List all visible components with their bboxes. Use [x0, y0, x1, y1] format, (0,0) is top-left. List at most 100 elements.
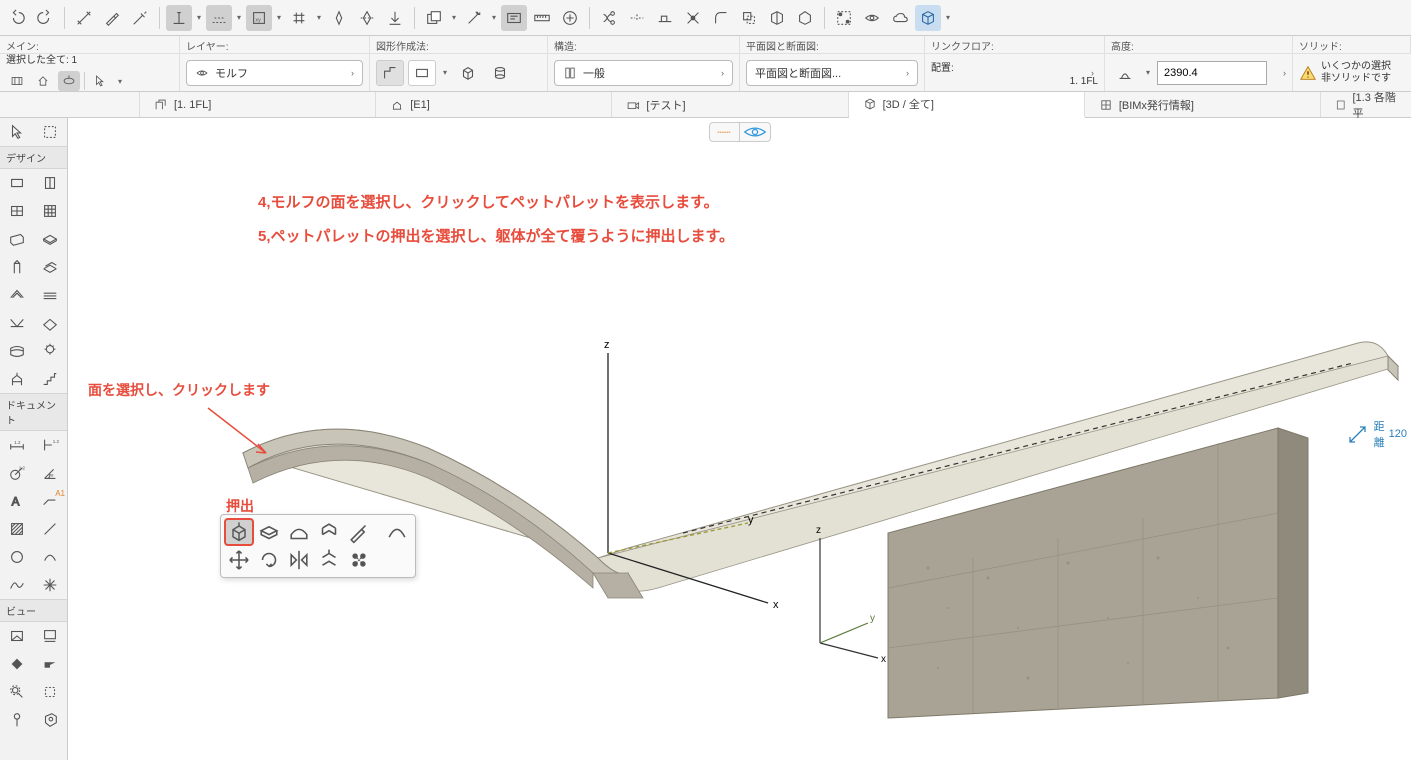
- arrow-select-icon[interactable]: [89, 71, 111, 91]
- chevron-down-icon[interactable]: ▾: [234, 5, 244, 31]
- chevron-right-icon[interactable]: ›: [1283, 68, 1286, 78]
- pet-elevate-button[interactable]: [315, 547, 343, 573]
- line-tool[interactable]: [34, 515, 68, 543]
- show-3d-icon[interactable]: [915, 5, 941, 31]
- dimension-tool[interactable]: 1.2: [0, 431, 34, 459]
- 3d-viewport[interactable]: ┄┄: [68, 118, 1411, 760]
- column-2-tool[interactable]: [0, 253, 34, 281]
- perpendicular-icon[interactable]: [166, 5, 192, 31]
- fillet-icon[interactable]: [708, 5, 734, 31]
- syringe-icon[interactable]: [127, 5, 153, 31]
- detail-tool[interactable]: [0, 678, 34, 706]
- geometry-revolve-icon[interactable]: [486, 60, 514, 86]
- level-dim-tool[interactable]: 1.2: [34, 431, 68, 459]
- chevron-down-icon[interactable]: ▾: [115, 68, 125, 94]
- label-tool[interactable]: A1: [34, 487, 68, 515]
- z-lock-icon[interactable]: [58, 71, 80, 91]
- parallel-snap-icon[interactable]: [206, 5, 232, 31]
- pet-mirror-button[interactable]: [285, 547, 313, 573]
- chevron-down-icon[interactable]: ▾: [440, 60, 450, 86]
- snap-point-icon[interactable]: [326, 5, 352, 31]
- stair-beam-tool[interactable]: [34, 253, 68, 281]
- pet-curve-button[interactable]: [383, 519, 411, 545]
- pet-extrude-button[interactable]: [225, 519, 253, 545]
- lamp-tool[interactable]: [34, 337, 68, 365]
- geometry-box-icon[interactable]: [454, 60, 482, 86]
- stair-tool[interactable]: [34, 365, 68, 393]
- split-icon[interactable]: [624, 5, 650, 31]
- plan-section-dropdown[interactable]: 平面図と断面図... ›: [746, 60, 918, 86]
- pet-move-button[interactable]: [225, 547, 253, 573]
- ruler-icon[interactable]: [529, 5, 555, 31]
- tab-3d-all[interactable]: [3D / 全て]: [849, 92, 1085, 118]
- radial-dim-tool[interactable]: 1.2: [0, 459, 34, 487]
- tab-test[interactable]: [テスト]: [612, 92, 848, 117]
- align-icon[interactable]: [792, 5, 818, 31]
- shell-ruled-tool[interactable]: [0, 309, 34, 337]
- section-tool[interactable]: [0, 622, 34, 650]
- snap-guide-icon[interactable]: [354, 5, 380, 31]
- show-selection-icon[interactable]: [859, 5, 885, 31]
- cloud-icon[interactable]: [887, 5, 913, 31]
- slab-tool[interactable]: [34, 225, 68, 253]
- column-tool[interactable]: [34, 197, 68, 225]
- pet-offset-face-button[interactable]: [315, 519, 343, 545]
- layer-dropdown[interactable]: モルフ ›: [186, 60, 363, 86]
- offset-edge-icon[interactable]: [764, 5, 790, 31]
- pet-rotate-button[interactable]: [255, 547, 283, 573]
- magic-wand-icon[interactable]: [461, 5, 487, 31]
- pet-edit-button[interactable]: [345, 519, 373, 545]
- chevron-down-icon[interactable]: ▾: [194, 5, 204, 31]
- worksheet-tool[interactable]: [34, 650, 68, 678]
- spline-tool[interactable]: [0, 571, 34, 599]
- object-tool[interactable]: [0, 365, 34, 393]
- chevron-down-icon[interactable]: ▾: [314, 5, 324, 31]
- geometry-method-1[interactable]: [376, 60, 404, 86]
- adjust-icon[interactable]: [652, 5, 678, 31]
- curtain-wall-tool[interactable]: [0, 337, 34, 365]
- chevron-right-icon[interactable]: ›: [1091, 68, 1094, 78]
- undo-button[interactable]: [4, 5, 30, 31]
- edit-selection-icon[interactable]: [831, 5, 857, 31]
- skylight-tool[interactable]: [34, 309, 68, 337]
- chevron-down-icon[interactable]: ▾: [489, 5, 499, 31]
- tab-sheet[interactable]: [1.3 各階平: [1321, 92, 1411, 117]
- intersect-icon[interactable]: [680, 5, 706, 31]
- snap-xy-icon[interactable]: xy: [246, 5, 272, 31]
- pet-multiply-button[interactable]: [345, 547, 373, 573]
- marquee-tool[interactable]: [34, 118, 68, 146]
- element-info-icon[interactable]: [557, 5, 583, 31]
- hotspot-tool[interactable]: [34, 571, 68, 599]
- window-tool[interactable]: [0, 197, 34, 225]
- eyedropper-icon[interactable]: [99, 5, 125, 31]
- text-tool[interactable]: A: [0, 487, 34, 515]
- interior-elev-tool[interactable]: [0, 650, 34, 678]
- filter-elements-icon[interactable]: [6, 71, 28, 91]
- tab-floorplan[interactable]: [1. 1FL]: [140, 92, 376, 117]
- chevron-down-icon[interactable]: ▾: [449, 5, 459, 31]
- arrow-tool[interactable]: [0, 118, 34, 146]
- redo-button[interactable]: [32, 5, 58, 31]
- roof-tool[interactable]: [0, 281, 34, 309]
- pet-bulge-button[interactable]: [285, 519, 313, 545]
- altitude-input[interactable]: [1157, 61, 1267, 85]
- angle-dim-tool[interactable]: α: [34, 459, 68, 487]
- suspend-group-icon[interactable]: [421, 5, 447, 31]
- tab-elevation[interactable]: [E1]: [376, 92, 612, 117]
- grid-snap-icon[interactable]: [286, 5, 312, 31]
- chevron-down-icon[interactable]: ▾: [1143, 60, 1153, 86]
- chevron-down-icon[interactable]: ▾: [274, 5, 284, 31]
- change-tool[interactable]: [34, 678, 68, 706]
- structure-dropdown[interactable]: 一般 ›: [554, 60, 733, 86]
- circle-tool[interactable]: [0, 543, 34, 571]
- trim-icon[interactable]: [596, 5, 622, 31]
- fill-tool[interactable]: [0, 515, 34, 543]
- shell-layer-tool[interactable]: [34, 281, 68, 309]
- camera-3d-tool[interactable]: [34, 706, 68, 734]
- favorites-icon[interactable]: [501, 5, 527, 31]
- view-toggle-dashed-icon[interactable]: ┄┄: [710, 123, 740, 141]
- arc-tool[interactable]: [34, 543, 68, 571]
- chevron-down-icon[interactable]: ▾: [943, 5, 953, 31]
- measure-distance-icon[interactable]: [71, 5, 97, 31]
- altitude-ref-icon[interactable]: [1111, 60, 1139, 86]
